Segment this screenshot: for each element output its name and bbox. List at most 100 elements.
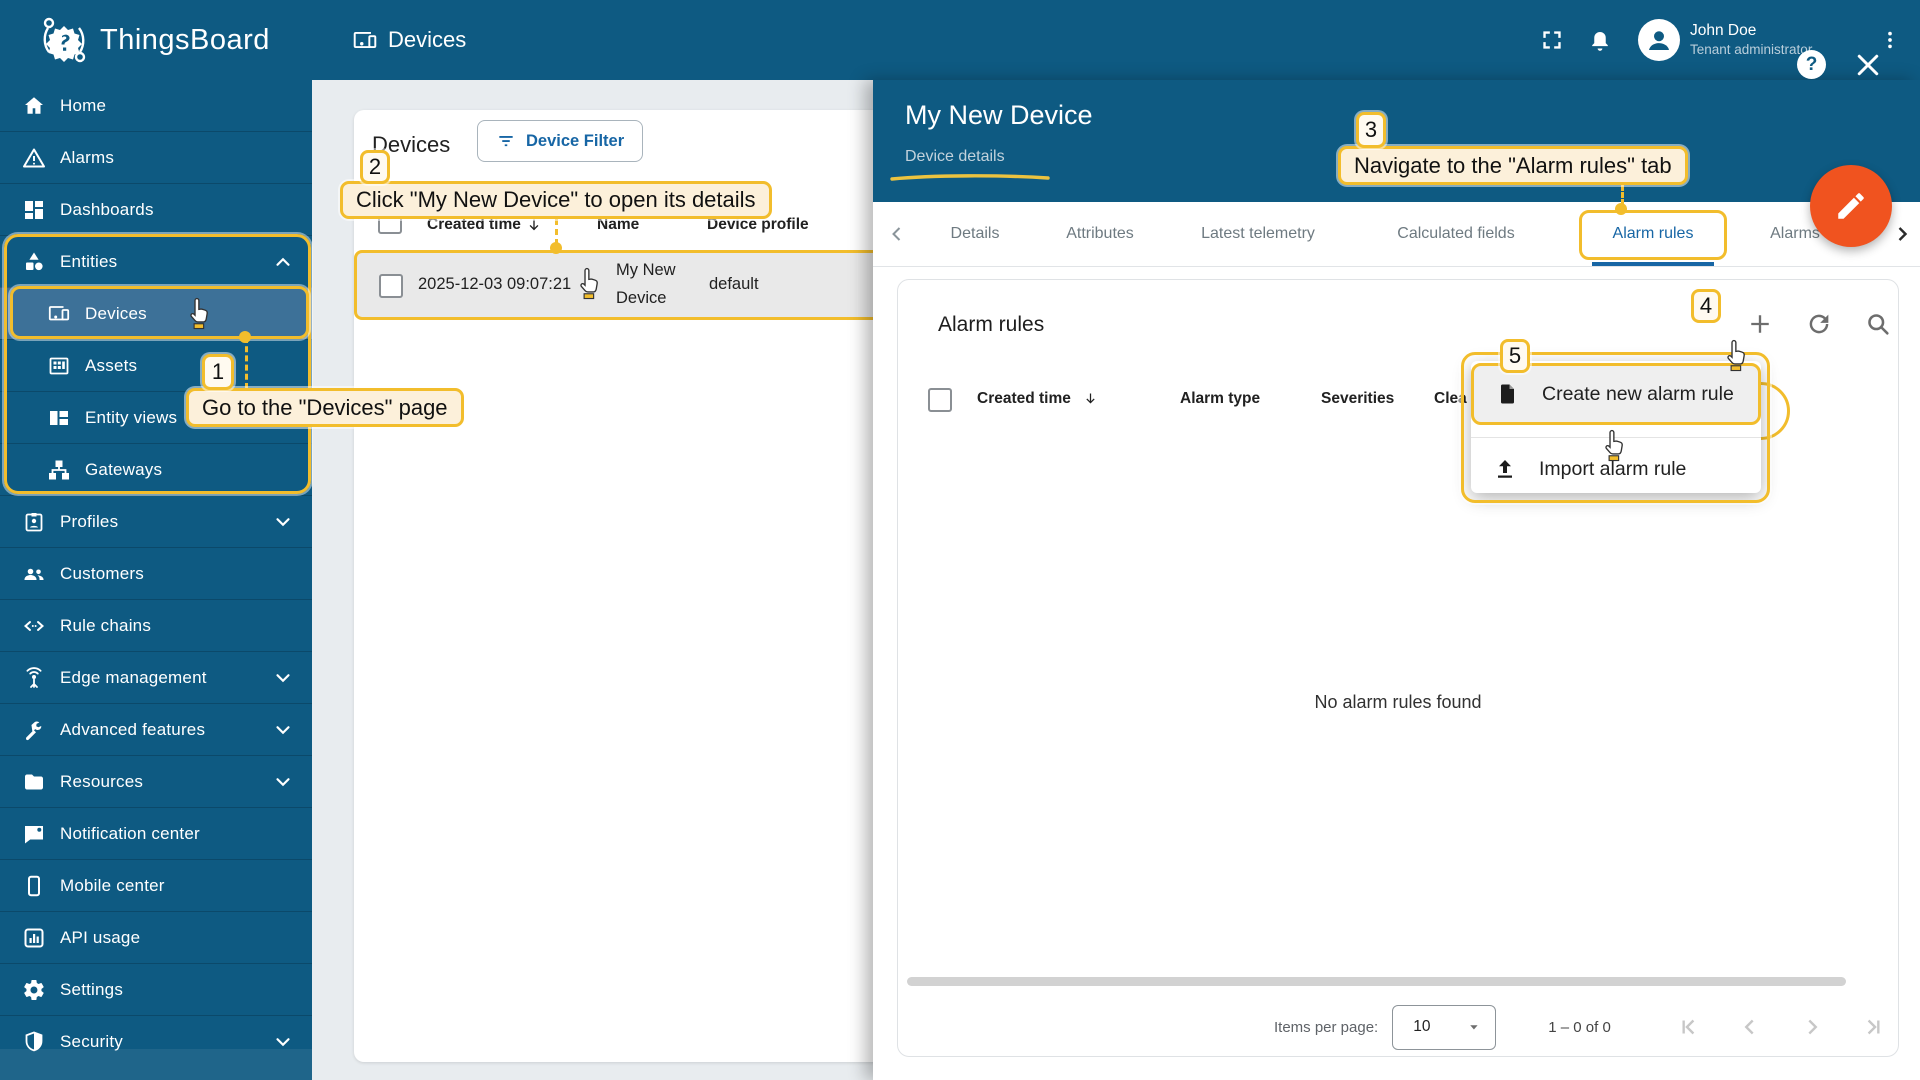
- last-page-icon[interactable]: [1859, 1012, 1889, 1042]
- devices-title-icon: [352, 27, 378, 53]
- tab-details[interactable]: Details: [951, 202, 1000, 266]
- sidebar-nav: Home Alarms Dashboards Entities: [0, 80, 312, 1080]
- chevron-down-icon: [272, 667, 294, 689]
- sidebar-item-notification-center[interactable]: Notification center: [0, 807, 312, 859]
- notification-icon: [22, 822, 46, 846]
- chevron-down-icon: [272, 511, 294, 533]
- add-alarm-rule-menu: Create new alarm rule Import alarm rule: [1471, 361, 1761, 493]
- col-alarm-type[interactable]: Alarm type: [1180, 390, 1260, 408]
- cell-name-line1: My New: [616, 261, 676, 280]
- sidebar-item-devices[interactable]: Devices: [0, 287, 312, 339]
- advanced-icon: [22, 718, 46, 742]
- sidebar-scroll-hint: [0, 1049, 312, 1080]
- col-severities[interactable]: Severities: [1321, 390, 1394, 408]
- dashboards-icon: [22, 198, 46, 222]
- user-role: Tenant administrator: [1690, 41, 1850, 59]
- chevron-down-icon: [272, 771, 294, 793]
- sidebar-item-api-usage[interactable]: API usage: [0, 911, 312, 963]
- active-tab-indicator: [1592, 262, 1714, 266]
- gateways-icon: [47, 458, 71, 482]
- entity-views-icon: [47, 406, 71, 430]
- sidebar-item-profiles[interactable]: Profiles: [0, 495, 312, 547]
- empty-state-text: No alarm rules found: [898, 692, 1898, 713]
- devices-icon: [47, 302, 71, 326]
- pencil-icon: [1834, 189, 1868, 223]
- device-details-panel: My New Device Device details Details Att…: [873, 80, 1920, 1080]
- tab-calculated-fields[interactable]: Calculated fields: [1397, 202, 1514, 266]
- sidebar-item-assets[interactable]: Assets: [0, 339, 312, 391]
- sidebar-item-settings[interactable]: Settings: [0, 963, 312, 1015]
- assets-icon: [47, 354, 71, 378]
- next-page-icon[interactable]: [1797, 1012, 1827, 1042]
- devices-list-area: Devices Device Filter Created time Name …: [312, 80, 873, 1080]
- resources-icon: [22, 770, 46, 794]
- alarm-rules-heading: Alarm rules: [938, 313, 1044, 337]
- close-icon[interactable]: [1853, 50, 1883, 80]
- sidebar-item-edge-management[interactable]: Edge management: [0, 651, 312, 703]
- alarm-select-all-checkbox[interactable]: [928, 388, 952, 412]
- brand-logo[interactable]: ThingsBoard: [38, 14, 270, 66]
- customers-icon: [22, 562, 46, 586]
- sidebar-item-home[interactable]: Home: [0, 80, 312, 131]
- menu-item-import-alarm-rule[interactable]: Import alarm rule: [1471, 437, 1761, 501]
- sidebar-item-gateways[interactable]: Gateways: [0, 443, 312, 495]
- mobile-icon: [22, 874, 46, 898]
- sidebar-item-resources[interactable]: Resources: [0, 755, 312, 807]
- notifications-bell-icon[interactable]: [1576, 16, 1624, 64]
- tabs-scroll-right-icon[interactable]: [1890, 222, 1914, 246]
- details-tabbar: Details Attributes Latest telemetry Calc…: [873, 202, 1920, 267]
- tab-latest-telemetry[interactable]: Latest telemetry: [1201, 202, 1315, 266]
- prev-page-icon[interactable]: [1735, 1012, 1765, 1042]
- first-page-icon[interactable]: [1673, 1012, 1703, 1042]
- user-name: John Doe: [1690, 21, 1850, 41]
- annotation-badge-3: 3: [1356, 112, 1386, 148]
- page-size-select[interactable]: 10: [1392, 1005, 1496, 1050]
- home-icon: [22, 94, 46, 118]
- sidebar-item-customers[interactable]: Customers: [0, 547, 312, 599]
- document-icon: [1496, 382, 1520, 406]
- filter-icon: [496, 131, 516, 151]
- pagination-bar: Items per page: 10 1 – 0 of 0: [898, 998, 1898, 1056]
- refresh-icon[interactable]: [1805, 310, 1833, 338]
- sort-desc-icon[interactable]: [526, 217, 542, 233]
- page-title: Devices: [352, 0, 466, 80]
- sidebar-item-entities[interactable]: Entities: [0, 235, 312, 287]
- search-icon[interactable]: [1864, 310, 1892, 338]
- annotation-badge-1: 1: [202, 354, 234, 390]
- alarm-triangle-icon: [22, 146, 46, 170]
- brand-name: ThingsBoard: [100, 24, 270, 57]
- help-icon[interactable]: ?: [1797, 50, 1826, 79]
- horizontal-scrollbar[interactable]: [907, 977, 1846, 986]
- cell-device-profile: default: [709, 275, 759, 294]
- annotation-dot-1: [239, 331, 251, 343]
- fullscreen-icon[interactable]: [1528, 16, 1576, 64]
- col-clear-rule[interactable]: Clea: [1434, 390, 1467, 408]
- sidebar-item-rule-chains[interactable]: Rule chains: [0, 599, 312, 651]
- device-filter-button[interactable]: Device Filter: [477, 120, 643, 162]
- sidebar-item-mobile-center[interactable]: Mobile center: [0, 859, 312, 911]
- user-info[interactable]: John Doe Tenant administrator: [1690, 21, 1850, 59]
- annotation-badge-5: 5: [1500, 339, 1530, 373]
- edit-fab-button[interactable]: [1810, 165, 1892, 247]
- add-alarm-rule-button[interactable]: [1746, 310, 1774, 338]
- sidebar-item-advanced-features[interactable]: Advanced features: [0, 703, 312, 755]
- upload-icon: [1493, 457, 1517, 481]
- annotation-badge-4: 4: [1691, 289, 1721, 323]
- col-created-time[interactable]: Created time: [977, 390, 1071, 408]
- user-avatar[interactable]: [1638, 19, 1680, 61]
- row-checkbox[interactable]: [379, 274, 403, 298]
- rule-chains-icon: [22, 614, 46, 638]
- annotation-callout-3: Navigate to the "Alarm rules" tab: [1338, 146, 1688, 185]
- cell-name-line2: Device: [616, 289, 666, 308]
- tab-attributes[interactable]: Attributes: [1066, 202, 1134, 266]
- items-per-page-label: Items per page:: [1274, 1019, 1378, 1036]
- settings-gear-icon: [22, 978, 46, 1002]
- annotation-dot-3: [1615, 203, 1627, 215]
- annotation-dot-2: [550, 242, 562, 254]
- sort-desc-icon[interactable]: [1083, 391, 1098, 406]
- sidebar-item-alarms[interactable]: Alarms: [0, 131, 312, 183]
- api-usage-icon: [22, 926, 46, 950]
- app-header: ThingsBoard Devices: [0, 0, 1920, 80]
- tabs-scroll-left-icon[interactable]: [885, 222, 909, 246]
- sidebar-item-dashboards[interactable]: Dashboards: [0, 183, 312, 235]
